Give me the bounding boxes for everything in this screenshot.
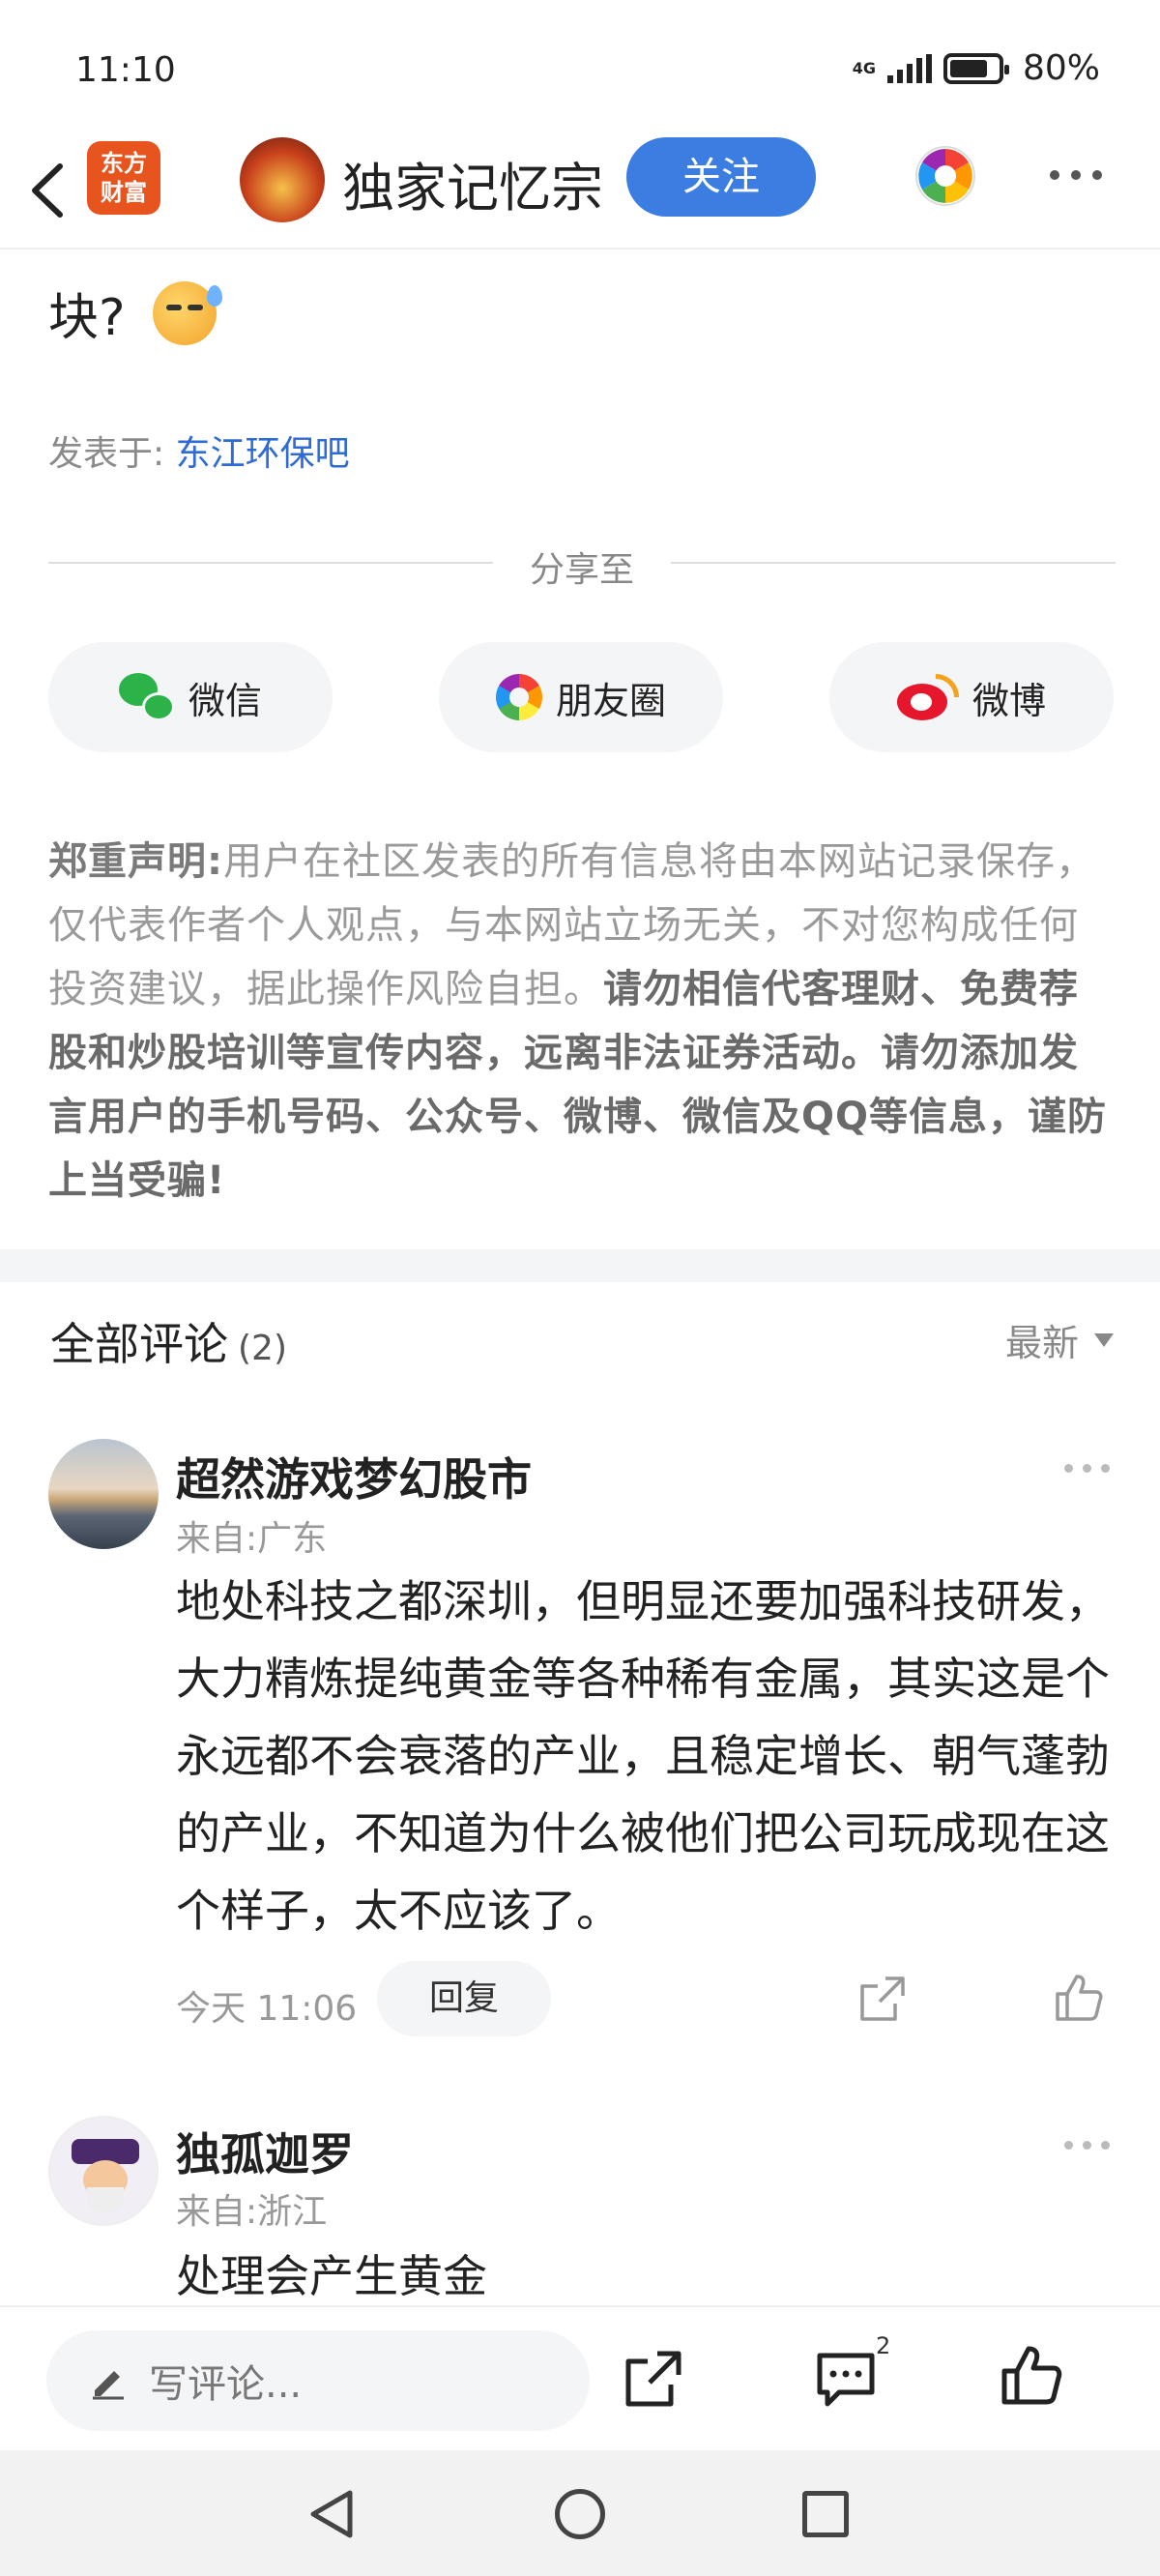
nav-recent-apps-icon[interactable] — [802, 2491, 849, 2537]
status-time: 11:10 — [75, 50, 176, 90]
battery-percent: 80% — [1022, 48, 1100, 88]
comments-header: 全部评论 (2) — [50, 1309, 287, 1373]
share-wechat-label: 微信 — [188, 679, 262, 722]
back-arrow-icon[interactable] — [21, 157, 75, 224]
write-comment-input[interactable]: 写评论... — [46, 2330, 590, 2431]
share-divider: 分享至 — [48, 542, 1116, 590]
share-title: 分享至 — [529, 550, 634, 590]
aperture-icon[interactable] — [914, 145, 976, 207]
status-indicators: 4G 80% — [853, 48, 1100, 88]
posted-in-prefix: 发表于: — [48, 434, 165, 474]
comment-body: 处理会产生黄金 — [176, 2250, 487, 2302]
dropdown-triangle-icon — [1094, 1332, 1114, 1347]
like-icon[interactable] — [1000, 2344, 1063, 2408]
comments-count: (2) — [238, 1329, 287, 1368]
share-icon[interactable] — [623, 2348, 684, 2410]
comment-share-icon[interactable] — [858, 1975, 907, 2023]
commenter-avatar[interactable] — [48, 1439, 159, 1549]
share-wechat-button[interactable]: 微信 — [48, 642, 333, 752]
sort-dropdown[interactable]: 最新 — [1005, 1313, 1114, 1366]
comment-more-icon[interactable] — [1064, 2141, 1110, 2150]
share-weibo-button[interactable]: 微博 — [829, 642, 1114, 752]
author-avatar[interactable] — [240, 137, 325, 222]
signal-icon — [886, 53, 932, 83]
sweat-emoji-icon — [152, 280, 222, 345]
more-options-icon[interactable] — [1050, 170, 1102, 180]
commenter-location: 来自:浙江 — [176, 2192, 328, 2232]
share-moments-label: 朋友圈 — [555, 679, 666, 722]
system-nav-bar — [0, 2450, 1160, 2576]
nav-back-icon[interactable] — [307, 2489, 358, 2539]
network-indicator: 4G — [852, 58, 876, 77]
comment-input-placeholder: 写评论... — [149, 2362, 303, 2407]
comment-icon[interactable] — [814, 2350, 878, 2410]
share-moments-button[interactable]: 朋友圈 — [439, 642, 723, 752]
status-bar: 11:10 4G 80% — [0, 0, 1160, 135]
moments-icon — [495, 674, 542, 720]
author-name[interactable]: 独家记忆宗 — [342, 145, 603, 221]
commenter-location: 来自:广东 — [176, 1519, 328, 1559]
follow-button[interactable]: 关注 — [626, 137, 816, 217]
disclaimer-title: 郑重声明: — [48, 839, 223, 884]
battery-icon — [942, 52, 1009, 84]
app-logo[interactable]: 东方 财富 — [87, 141, 160, 215]
commenter-name[interactable]: 独孤迦罗 — [176, 2120, 354, 2183]
comment-time: 今天 11:06 — [176, 1989, 358, 2029]
comment-like-icon[interactable] — [1054, 1973, 1104, 2023]
logo-text-2: 财富 — [101, 179, 147, 206]
weibo-icon — [896, 674, 959, 720]
article-text-tail: 块? — [48, 277, 222, 349]
forum-link[interactable]: 东江环保吧 — [176, 434, 350, 474]
commenter-avatar[interactable] — [48, 2116, 159, 2226]
sort-label: 最新 — [1004, 1322, 1079, 1364]
comments-title: 全部评论 — [50, 1318, 228, 1370]
comment-body: 地处科技之都深圳，但明显还要加强科技研发，大力精炼提纯黄金等各种稀有金属，其实这… — [176, 1575, 1110, 1937]
comment-more-icon[interactable] — [1064, 1464, 1110, 1473]
wechat-icon — [118, 673, 175, 721]
logo-text-1: 东方 — [101, 150, 147, 177]
reply-button[interactable]: 回复 — [377, 1961, 551, 2036]
top-header: 东方 财富 独家记忆宗 关注 — [0, 135, 1160, 249]
share-weibo-label: 微博 — [972, 679, 1046, 722]
bottom-action-bar: 写评论... 2 — [0, 2305, 1160, 2450]
nav-home-icon[interactable] — [555, 2489, 605, 2539]
comment-count-badge: 2 — [876, 2332, 891, 2359]
disclaimer: 郑重声明:用户在社区发表的所有信息将由本网站记录保存，仅代表作者个人观点，与本网… — [48, 830, 1116, 1213]
section-divider — [0, 1249, 1160, 1282]
pen-icon — [93, 2371, 124, 2400]
commenter-name[interactable]: 超然游戏梦幻股市 — [176, 1445, 532, 1508]
posted-in: 发表于: 东江环保吧 — [48, 425, 350, 476]
article-tail-text: 块? — [48, 289, 126, 347]
